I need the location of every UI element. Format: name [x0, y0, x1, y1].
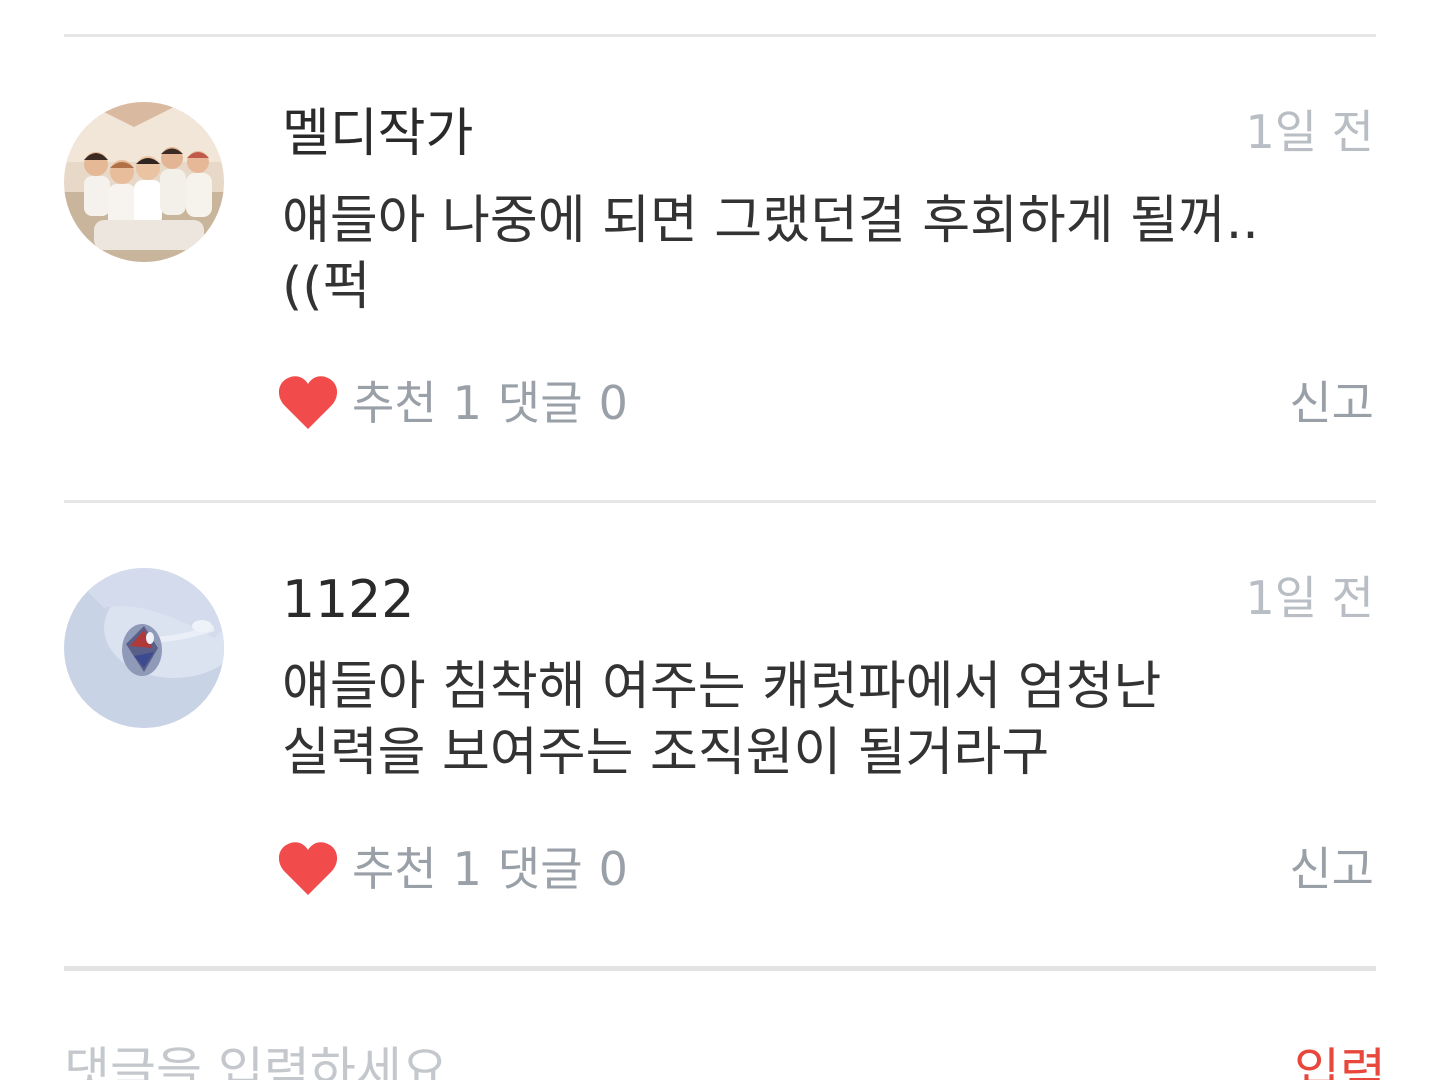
report-button[interactable]: 신고: [1289, 836, 1374, 902]
comment-author[interactable]: 1122: [282, 564, 414, 636]
heart-icon[interactable]: [278, 375, 338, 431]
like-count: 1: [452, 842, 482, 896]
heart-icon[interactable]: [278, 841, 338, 897]
reply-count: 0: [598, 842, 628, 896]
avatar[interactable]: [64, 102, 224, 262]
comment-author[interactable]: 멜디작가: [282, 98, 473, 170]
like-count: 1: [452, 376, 482, 430]
submit-button[interactable]: 입력: [1294, 1037, 1386, 1080]
reply-label[interactable]: 댓글: [498, 836, 583, 902]
reply-label[interactable]: 댓글: [498, 370, 583, 436]
comment-body: 얘들아 나중에 되면 그랬던걸 후회하게 될꺼.. ((퍽: [282, 191, 1259, 317]
divider: [64, 34, 1376, 37]
comment-time: 1일 전: [1245, 571, 1374, 625]
comment-item: 1122 1일 전 얘들아 침착해 여주는 캐럿파에서 엄청난 실력을 보여주는…: [0, 506, 1440, 966]
like-label: 추천: [352, 842, 437, 896]
comment-page: 멜디작가 1일 전 얘들아 나중에 되면 그랬던걸 후회하게 될꺼.. ((퍽 …: [0, 0, 1440, 1080]
report-button[interactable]: 신고: [1289, 370, 1374, 436]
comment-input-bar: 입력: [0, 971, 1440, 1080]
reply-count: 0: [598, 376, 628, 430]
comment-actions: 추천 1 댓글 0: [278, 836, 628, 902]
comment-actions: 추천 1 댓글 0: [278, 370, 628, 436]
divider: [64, 500, 1376, 503]
comment-item: 멜디작가 1일 전 얘들아 나중에 되면 그랬던걸 후회하게 될꺼.. ((퍽 …: [0, 40, 1440, 500]
gem-photo-avatar-icon: [64, 568, 224, 728]
avatar[interactable]: [64, 568, 224, 728]
like-label: 추천: [352, 376, 437, 430]
comment-time: 1일 전: [1245, 105, 1374, 159]
group-photo-avatar-icon: [64, 102, 224, 262]
comment-input[interactable]: [64, 1031, 1064, 1080]
comment-body: 얘들아 침착해 여주는 캐럿파에서 엄청난 실력을 보여주는 조직원이 될거라구: [282, 657, 1162, 783]
